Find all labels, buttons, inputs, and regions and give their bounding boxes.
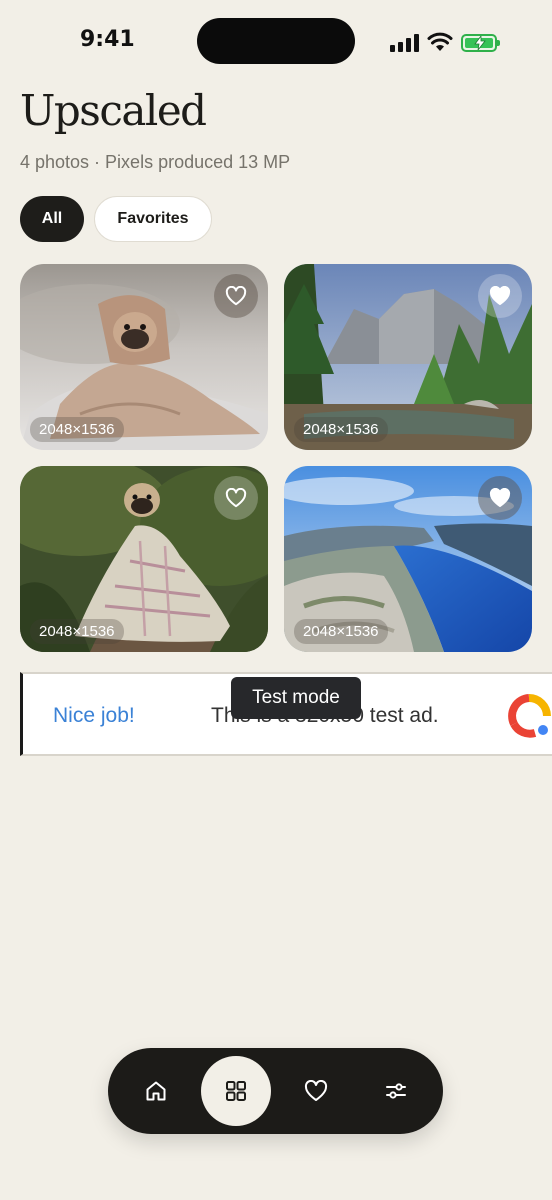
page-title: Upscaled (20, 86, 207, 135)
photo-dimensions-label: 2048×1536 (30, 619, 124, 644)
photo-card[interactable]: 2048×1536 (284, 264, 532, 450)
nav-favorites-button[interactable] (281, 1056, 351, 1126)
favorite-button[interactable] (478, 476, 522, 520)
heart-outline-icon (225, 286, 247, 306)
status-time: 9:41 (80, 27, 135, 52)
photo-card[interactable]: 2048×1536 (20, 466, 268, 652)
nav-gallery-button[interactable] (201, 1056, 271, 1126)
heart-filled-icon (489, 488, 511, 508)
photo-card[interactable]: 2048×1536 (20, 264, 268, 450)
heart-outline-icon (225, 488, 247, 508)
ad-network-logo-icon (508, 694, 551, 738)
favorite-button[interactable] (478, 274, 522, 318)
favorite-button[interactable] (214, 476, 258, 520)
grid-icon (226, 1081, 246, 1101)
heart-filled-icon (489, 286, 511, 306)
sliders-icon (386, 1083, 406, 1099)
battery-charging-icon (461, 34, 500, 52)
test-mode-badge: Test mode (231, 677, 361, 719)
home-icon (146, 1081, 166, 1101)
page-subtitle: 4 photos · Pixels produced 13 MP (20, 152, 291, 172)
filter-all-chip[interactable]: All (20, 196, 84, 242)
photo-card[interactable]: 2048×1536 (284, 466, 532, 652)
filter-chips: All Favorites (20, 196, 212, 242)
status-bar: 9:41 (0, 0, 552, 80)
photo-dimensions-label: 2048×1536 (30, 417, 124, 442)
status-icons (390, 30, 500, 52)
wifi-icon (427, 32, 453, 51)
bottom-nav (108, 1048, 443, 1134)
ad-nice-job-label: Nice job! (53, 704, 135, 727)
dynamic-island (197, 18, 355, 64)
filter-favorites-chip[interactable]: Favorites (94, 196, 212, 242)
nav-home-button[interactable] (121, 1056, 191, 1126)
cellular-signal-icon (390, 34, 419, 52)
photo-dimensions-label: 2048×1536 (294, 619, 388, 644)
heart-icon (304, 1080, 328, 1101)
favorite-button[interactable] (214, 274, 258, 318)
nav-settings-button[interactable] (361, 1056, 431, 1126)
photo-dimensions-label: 2048×1536 (294, 417, 388, 442)
